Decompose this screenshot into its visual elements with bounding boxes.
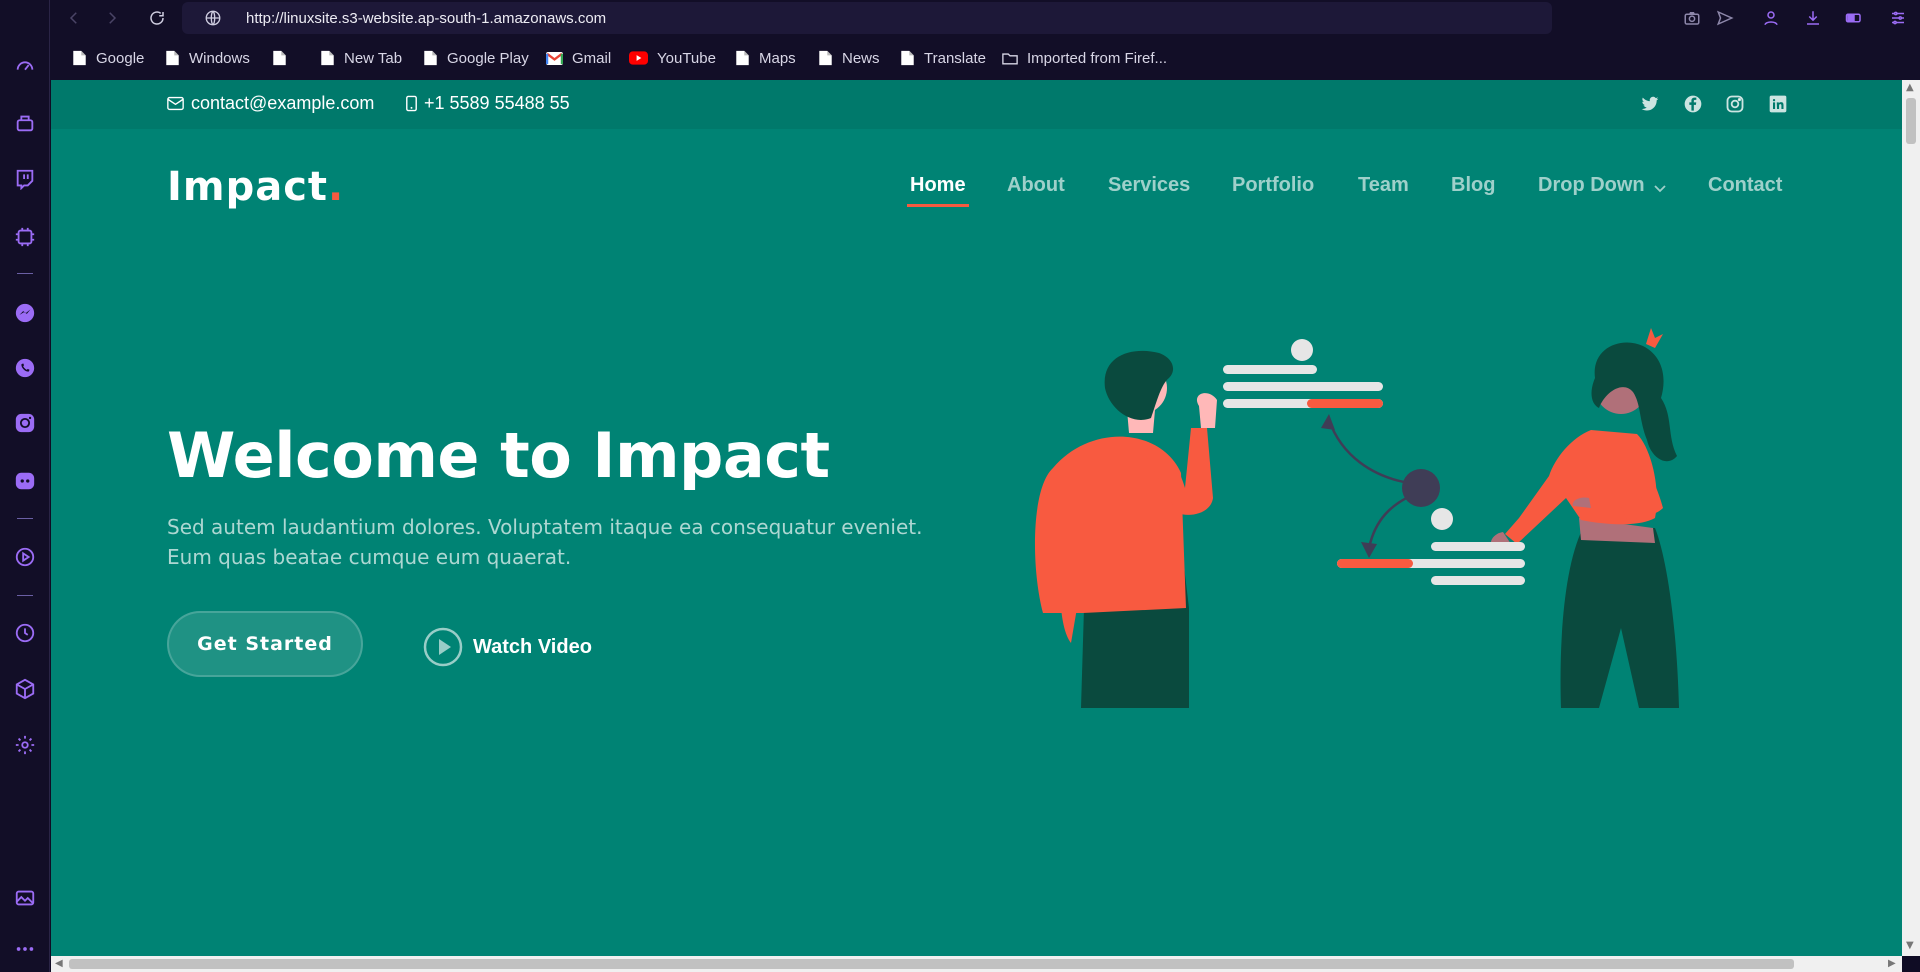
bookmark-google-play[interactable]: Google Play <box>423 48 529 68</box>
camera-icon[interactable] <box>1680 6 1704 30</box>
bookmark-translate[interactable]: Translate <box>900 48 986 68</box>
scroll-left-icon[interactable]: ◀ <box>55 958 63 969</box>
contact-email[interactable]: contact@example.com <box>167 93 374 114</box>
bag-icon[interactable] <box>12 110 38 136</box>
download-icon[interactable] <box>1801 6 1825 30</box>
vertical-scroll-thumb[interactable] <box>1906 98 1916 144</box>
player-icon[interactable] <box>12 544 38 570</box>
sidebar-divider <box>17 595 33 596</box>
easy-setup-icon[interactable] <box>1886 6 1910 30</box>
site-logo[interactable]: Impact. <box>167 164 344 210</box>
page-icon <box>819 50 832 66</box>
send-icon[interactable] <box>1713 6 1737 30</box>
nav-active-underline <box>907 204 969 207</box>
nav-about[interactable]: About <box>1007 174 1065 197</box>
page-icon <box>73 50 86 66</box>
messenger-icon[interactable] <box>12 300 38 326</box>
page-icon <box>166 50 179 66</box>
bookmark-youtube[interactable]: YouTube <box>629 48 716 68</box>
sidebar-divider <box>17 273 33 274</box>
horizontal-scrollbar[interactable]: ◀ ▶ <box>51 956 1902 972</box>
page-icon <box>273 50 286 66</box>
cube-icon[interactable] <box>12 676 38 702</box>
bookmark-windows[interactable]: Windows <box>165 48 250 68</box>
bookmark-news[interactable]: News <box>818 48 880 68</box>
hero-description: Sed autem laudantium dolores. Voluptatem… <box>167 515 923 569</box>
page-icon <box>901 50 914 66</box>
vertical-scrollbar[interactable]: ▲ ▼ <box>1902 80 1920 956</box>
profile-icon[interactable] <box>1759 6 1783 30</box>
instagram-icon[interactable] <box>12 410 38 436</box>
nav-contact[interactable]: Contact <box>1708 174 1782 197</box>
facebook-icon[interactable] <box>1683 94 1703 114</box>
chevron-down-icon[interactable] <box>1653 181 1667 195</box>
whatsapp-icon[interactable] <box>12 355 38 381</box>
top-card-graphic <box>1223 339 1383 408</box>
page-icon <box>736 50 749 66</box>
history-icon[interactable] <box>12 620 38 646</box>
instagram-icon[interactable] <box>1725 94 1745 114</box>
envelope-icon <box>167 96 184 111</box>
more-icon[interactable] <box>12 936 38 962</box>
hero-illustration <box>1034 328 1679 708</box>
bookmark-maps[interactable]: Maps <box>735 48 796 68</box>
nav-dropdown[interactable]: Drop Down <box>1538 174 1645 197</box>
scroll-up-icon[interactable]: ▲ <box>1906 82 1914 93</box>
woman-figure <box>1490 328 1679 708</box>
nav-portfolio[interactable]: Portfolio <box>1232 174 1314 197</box>
play-icon <box>423 627 463 667</box>
web-page: contact@example.com +1 5589 55488 55 Imp… <box>51 80 1902 956</box>
get-started-button[interactable]: Get Started <box>167 611 363 677</box>
nav-team[interactable]: Team <box>1358 174 1409 197</box>
settings-icon[interactable] <box>12 732 38 758</box>
url-text: http://linuxsite.s3-website.ap-south-1.a… <box>246 10 607 27</box>
gmail-icon <box>546 51 563 65</box>
man-figure <box>1034 350 1217 708</box>
address-bar[interactable]: http://linuxsite.s3-website.ap-south-1.a… <box>182 2 1552 34</box>
page-icon <box>424 50 437 66</box>
back-icon[interactable] <box>62 6 86 30</box>
browser-toolbar: http://linuxsite.s3-website.ap-south-1.a… <box>50 0 1920 36</box>
bookmark-folder-imported[interactable]: Imported from Firef... <box>1002 48 1167 68</box>
twitch-icon[interactable] <box>12 166 38 192</box>
bookmark-google[interactable]: Google <box>72 48 144 68</box>
nav-services[interactable]: Services <box>1108 174 1190 197</box>
youtube-icon <box>629 51 648 65</box>
speed-dial-icon[interactable] <box>12 53 38 79</box>
folder-icon <box>1002 52 1018 64</box>
site-topbar: contact@example.com +1 5589 55488 55 <box>51 80 1902 129</box>
twitter-icon[interactable] <box>1640 94 1660 114</box>
phone-icon <box>406 95 417 112</box>
scroll-right-icon[interactable]: ▶ <box>1888 958 1896 969</box>
reload-icon[interactable] <box>145 6 169 30</box>
chip-icon[interactable] <box>12 224 38 250</box>
bookmarks-bar: Google Windows New Tab Google Play Gmail… <box>50 36 1920 80</box>
browser-sidebar <box>0 0 50 972</box>
page-icon <box>321 50 334 66</box>
bookmark-new-tab[interactable]: New Tab <box>320 48 402 68</box>
sidebar-divider <box>17 518 33 519</box>
discord-icon[interactable] <box>12 468 38 494</box>
connection-arrows <box>1321 414 1440 558</box>
globe-icon <box>205 10 221 26</box>
battery-icon[interactable] <box>1842 6 1866 30</box>
bookmark-gmail[interactable]: Gmail <box>546 48 611 68</box>
linkedin-icon[interactable] <box>1768 94 1788 114</box>
horizontal-scroll-thumb[interactable] <box>69 959 1794 969</box>
hero-title: Welcome to Impact <box>167 419 830 492</box>
scroll-down-icon[interactable]: ▼ <box>1906 940 1914 951</box>
bookmark-untitled[interactable] <box>272 48 296 68</box>
forward-icon[interactable] <box>100 6 124 30</box>
image-icon[interactable] <box>12 885 38 911</box>
contact-phone[interactable]: +1 5589 55488 55 <box>406 93 570 114</box>
watch-video-button[interactable]: Watch Video <box>423 627 592 667</box>
nav-blog[interactable]: Blog <box>1451 174 1495 197</box>
nav-home[interactable]: Home <box>910 174 966 197</box>
